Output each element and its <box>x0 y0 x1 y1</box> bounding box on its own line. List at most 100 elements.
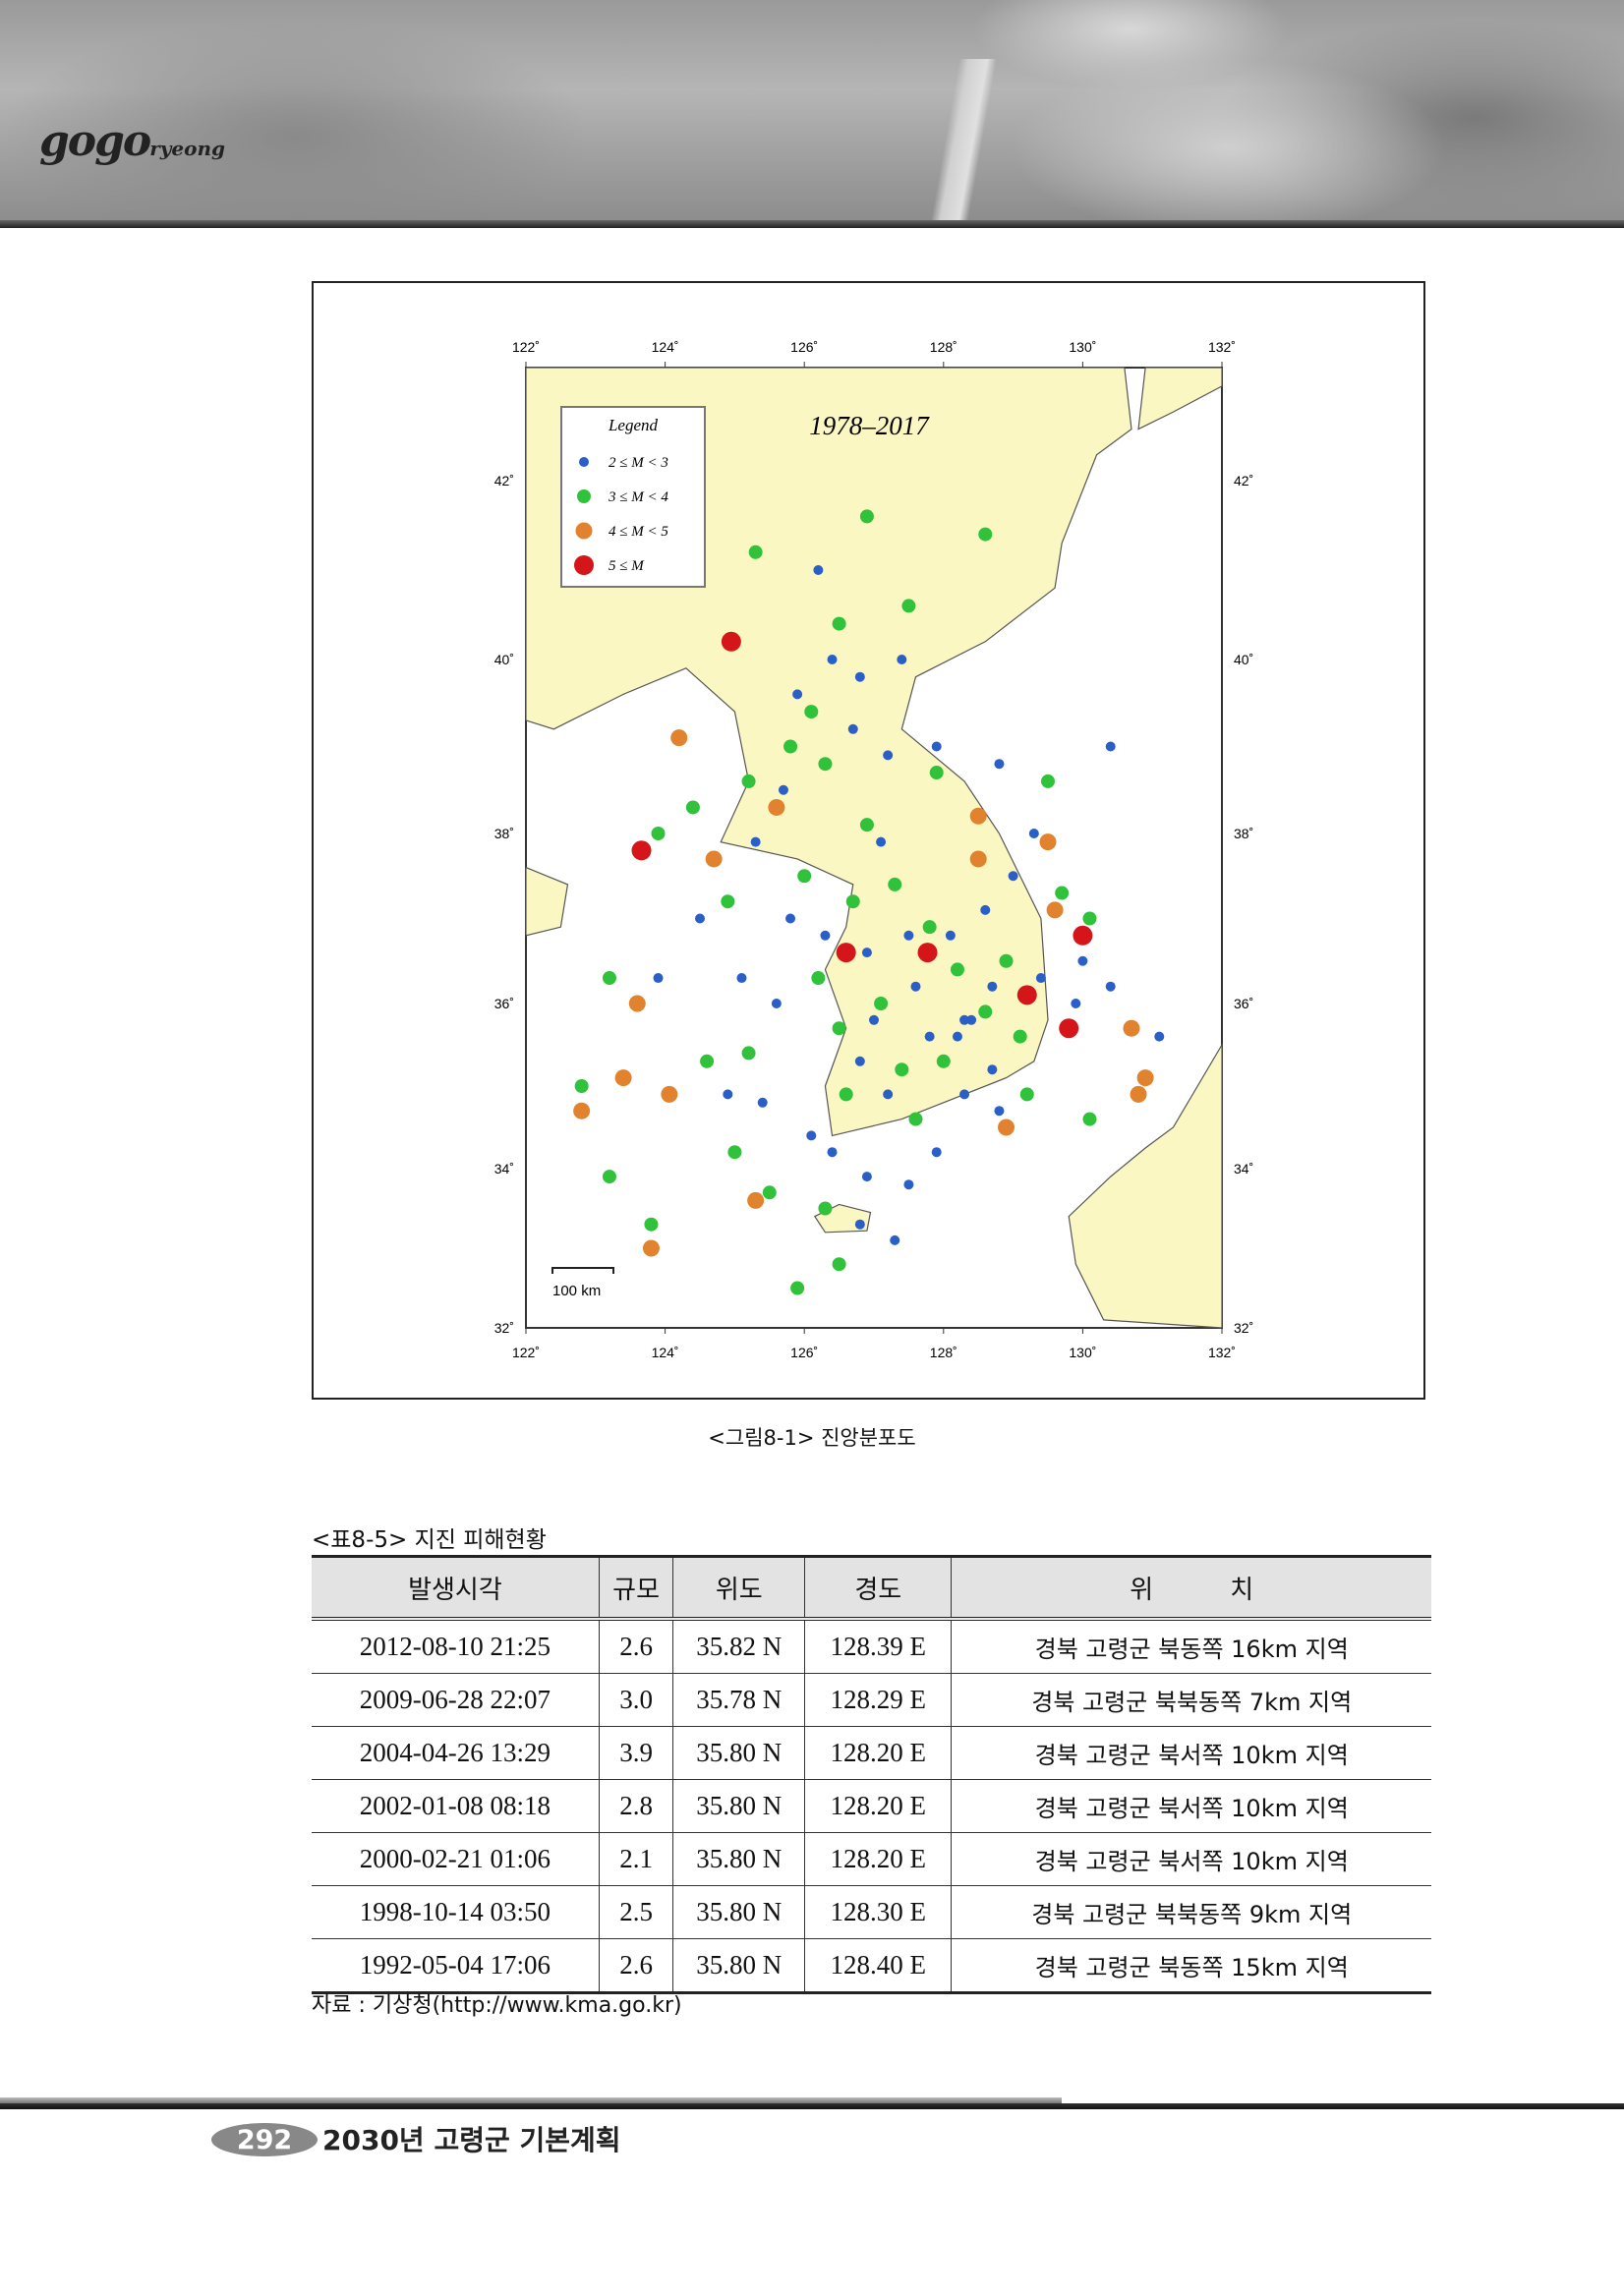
epicenter-point <box>806 1130 817 1141</box>
table-title: <표8-5> 지진 피해현황 <box>312 1527 547 1553</box>
epicenter-point <box>859 818 874 832</box>
epicenter-point <box>924 1031 935 1042</box>
table-cell: 2.6 <box>598 1619 673 1674</box>
epicenter-point <box>854 1056 865 1066</box>
figure-caption: <그림8-1> 진앙분포도 <box>708 1426 916 1450</box>
epicenter-point <box>661 1085 678 1103</box>
epicenter-point <box>628 995 646 1012</box>
epicenter-point <box>1039 833 1057 851</box>
epicenter-point <box>994 1106 1005 1117</box>
epicenter-point <box>721 894 735 909</box>
epicenter-point <box>736 973 747 984</box>
page-number: 292 <box>211 2123 318 2156</box>
table-cell: 128.40 E <box>804 1938 952 1994</box>
table-cell: 1998-10-14 03:50 <box>312 1885 600 1939</box>
table-cell: 경북 고령군 북서쪽 10km 지역 <box>951 1779 1431 1833</box>
table-cell: 경북 고령군 북동쪽 15km 지역 <box>951 1938 1431 1994</box>
epicenter-point <box>642 1239 660 1257</box>
epicenter-point <box>859 509 874 524</box>
lat-tick-label: 40˚ <box>494 652 514 667</box>
epicenter-point <box>832 1021 846 1036</box>
epicenter-point <box>741 1046 756 1061</box>
lat-tick-label: 32˚ <box>494 1320 514 1336</box>
epicenter-point <box>1035 973 1046 984</box>
epicenter-point <box>1077 955 1088 966</box>
table-cell: 35.80 N <box>672 1832 805 1886</box>
legend-title: Legend <box>608 416 659 434</box>
epicenter-point <box>931 1147 942 1158</box>
table-header-row: 발생시각 규모 위도 경도 위 치 <box>312 1555 1431 1621</box>
epicenter-point <box>931 741 942 752</box>
epicenter-point <box>839 1087 853 1102</box>
epicenter-point <box>978 1004 993 1019</box>
epicenter-point <box>670 729 688 747</box>
epicenter-map-figure: 122˚ 122˚ 124˚ 124˚ 126˚ 126˚ 128˚ 128˚ 130˚ 130˚… <box>312 281 1425 1400</box>
scale-bar-label: 100 km <box>552 1283 601 1299</box>
lon-tick-label: 132˚ <box>1208 339 1236 355</box>
lon-tick-label: 130˚ <box>1069 339 1096 355</box>
table-cell: 128.20 E <box>804 1726 952 1780</box>
epicenter-point <box>908 1112 923 1126</box>
epicenter-point <box>695 913 705 924</box>
epicenter-point <box>757 1097 768 1108</box>
table-cell: 35.80 N <box>672 1779 805 1833</box>
table-row: 2009-06-28 22:07 3.0 35.78 N 128.29 E 경북 고령군… <box>312 1673 1431 1727</box>
epicenter-point <box>644 1217 659 1232</box>
epicenter-point <box>1041 774 1055 788</box>
epicenter-point <box>847 723 858 734</box>
epicenter-point <box>747 1191 765 1209</box>
banner-road-detail <box>885 59 1042 226</box>
table-cell: 경북 고령군 북북동쪽 7km 지역 <box>951 1673 1431 1727</box>
legend-marker <box>577 489 591 503</box>
epicenter-point <box>836 943 856 963</box>
gogo-goryeong-logo: gogoryeong <box>39 116 225 166</box>
epicenter-point <box>631 840 652 861</box>
legend-marker <box>574 555 594 575</box>
epicenter-point <box>750 836 761 847</box>
epicenter-point <box>994 759 1005 770</box>
table-row: 2002-01-08 08:18 2.8 35.80 N 128.20 E 경북 고령군… <box>312 1779 1431 1833</box>
epicenter-point <box>685 800 700 815</box>
lon-tick-label: 122˚ <box>512 339 540 355</box>
lon-tick-label: 128˚ <box>930 339 957 355</box>
lat-tick-label: 38˚ <box>1234 826 1253 841</box>
epicenter-point <box>1082 911 1097 926</box>
epicenter-point <box>1071 999 1081 1008</box>
epicenter-point <box>832 1257 846 1272</box>
epicenter-point <box>1019 1087 1034 1102</box>
epicenter-point <box>945 930 956 941</box>
epicenter-point <box>811 971 826 986</box>
epicenter-point <box>980 904 991 915</box>
lat-tick-label: 42˚ <box>1234 473 1253 488</box>
table-cell: 35.82 N <box>672 1619 805 1674</box>
table-cell: 2004-04-26 13:29 <box>312 1726 600 1780</box>
lon-tick-label: 130˚ <box>1069 1345 1096 1360</box>
epicenter-point <box>861 947 872 958</box>
epicenter-point <box>890 1234 900 1245</box>
footer-divider-dark <box>0 2103 1624 2109</box>
table-cell: 2009-06-28 22:07 <box>312 1673 600 1727</box>
epicenter-point <box>854 671 865 682</box>
lat-tick-label: 38˚ <box>494 826 514 841</box>
epicenter-point <box>804 705 819 719</box>
table-cell: 128.20 E <box>804 1832 952 1886</box>
epicenter-point <box>827 655 838 664</box>
epicenter-point <box>1136 1069 1154 1087</box>
table-cell: 2.1 <box>598 1832 673 1886</box>
epicenter-point <box>832 616 846 631</box>
epicenter-point <box>895 1062 909 1077</box>
table-cell: 2.8 <box>598 1779 673 1833</box>
lon-tick-label: 126˚ <box>790 339 818 355</box>
epicenter-point <box>966 1014 977 1025</box>
epicenter-point <box>969 807 987 825</box>
lat-tick-label: 34˚ <box>494 1161 514 1177</box>
table-cell: 2000-02-21 01:06 <box>312 1832 600 1886</box>
epicenter-point <box>651 827 666 840</box>
epicenter-point <box>778 784 788 795</box>
epicenter-point <box>874 997 889 1010</box>
lon-tick-label: 132˚ <box>1208 1345 1236 1360</box>
epicenter-point <box>978 527 993 542</box>
lat-tick-label: 34˚ <box>1234 1161 1253 1177</box>
epicenter-point <box>1105 981 1116 992</box>
legend-label: 2 ≤ M < 3 <box>609 455 668 471</box>
